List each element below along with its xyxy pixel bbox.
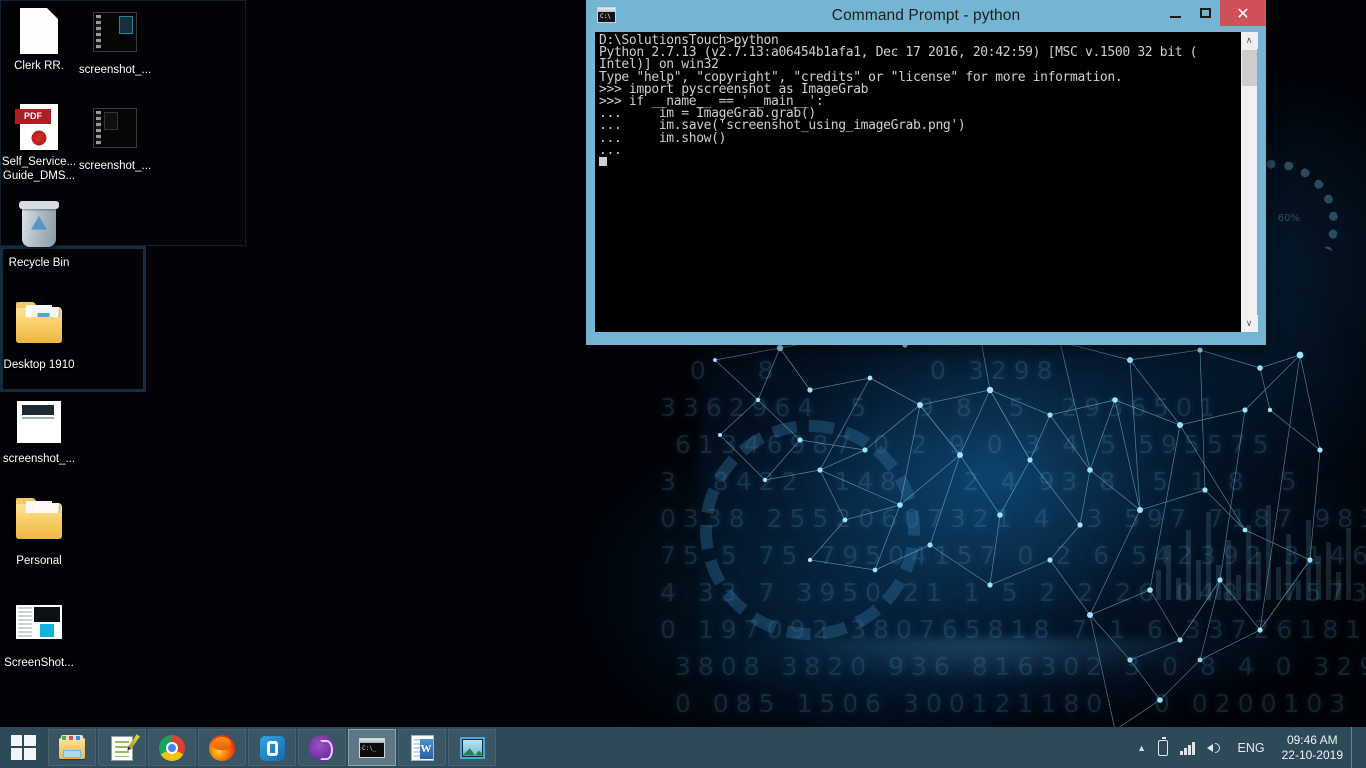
desktop-icon-self-service-guide[interactable]: PDF Self_Service... Guide_DMS... [0, 104, 78, 183]
scroll-up-arrow-icon[interactable]: ∧ [1240, 32, 1258, 49]
screenshot-dark-thumbnail-icon [91, 108, 139, 156]
wallpaper-gauge-label: 60% [1277, 213, 1300, 224]
show-desktop-button[interactable] [1351, 727, 1360, 768]
clock-date: 22-10-2019 [1281, 747, 1343, 762]
screenshot-dark-thumbnail-icon [91, 12, 139, 60]
console-output-text[interactable]: D:\SolutionsTouch>python Python 2.7.13 (… [595, 32, 1240, 332]
taskbar-item-file-explorer[interactable] [48, 729, 96, 766]
maximize-button[interactable] [1190, 0, 1220, 26]
signal-bars-icon[interactable] [1174, 741, 1201, 755]
language-indicator[interactable]: ENG [1229, 741, 1274, 755]
outlook-icon [258, 734, 286, 762]
taskbar: C:\_ W ▲ ENG 09:46 AM 22-10-2019 [0, 727, 1366, 768]
desktop-icon-clerk-rr[interactable]: Clerk RR. [0, 8, 78, 73]
console-text-content: D:\SolutionsTouch>python Python 2.7.13 (… [599, 33, 1198, 158]
folder-icon [15, 302, 63, 355]
console-cursor [599, 157, 607, 167]
recycle-bin-icon [15, 201, 63, 253]
desktop-icon-label-line1: Self_Service... [1, 156, 77, 168]
wallpaper-floor-glow [640, 638, 1340, 708]
desktop-icon-label: screenshot_... [78, 160, 152, 172]
chrome-icon [158, 734, 186, 762]
taskbar-item-firefox[interactable] [198, 729, 246, 766]
desktop-icon-label: ScreenShot... [4, 657, 74, 669]
desktop-icon-label: Desktop 1910 [3, 359, 75, 371]
photo-viewer-icon [458, 734, 486, 762]
show-hidden-icons-button[interactable]: ▲ [1131, 743, 1152, 753]
word-icon: W [408, 734, 436, 762]
close-button[interactable]: ✕ [1220, 0, 1266, 26]
desktop-icon-label: Clerk RR. [14, 60, 64, 72]
taskbar-item-outlook[interactable] [248, 729, 296, 766]
firefox-icon [208, 734, 236, 762]
minimize-button[interactable] [1160, 0, 1190, 26]
desktop-icon-personal[interactable]: Personal [0, 496, 78, 568]
desktop-icon-screenshot-2[interactable]: screenshot_... [76, 104, 154, 173]
scroll-down-arrow-icon[interactable]: ∨ [1240, 315, 1258, 332]
folder-icon [15, 498, 63, 551]
scrollbar-thumb[interactable] [1241, 50, 1257, 86]
command-prompt-icon: C:\_ [358, 734, 386, 762]
system-tray: ▲ ENG 09:46 AM 22-10-2019 [1131, 727, 1366, 768]
screenshot-app-thumbnail-icon [15, 605, 63, 653]
desktop-icon-label: Recycle Bin [8, 257, 70, 269]
volume-icon[interactable] [1201, 741, 1229, 755]
taskbar-item-photos[interactable] [448, 729, 496, 766]
window-title-bar[interactable]: Command Prompt - python ✕ [586, 0, 1266, 32]
tor-icon [308, 734, 336, 762]
window-control-buttons: ✕ [1160, 0, 1266, 26]
desktop-icon-label: screenshot_... [2, 453, 76, 465]
desktop-icon-label: Personal [16, 555, 62, 567]
notepad-plus-plus-icon [108, 733, 140, 762]
taskbar-item-chrome[interactable] [148, 729, 196, 766]
start-button[interactable] [0, 727, 47, 768]
windows-logo-icon [11, 735, 36, 760]
desktop-icon-label: screenshot_... [78, 64, 152, 76]
taskbar-item-command-prompt[interactable]: C:\_ [348, 729, 396, 766]
battery-icon[interactable] [1152, 736, 1174, 756]
taskbar-item-word[interactable]: W [398, 729, 446, 766]
clock[interactable]: 09:46 AM 22-10-2019 [1274, 733, 1351, 763]
desktop-icon-desktop-1910[interactable]: Desktop 1910 [0, 300, 78, 372]
file-page-icon [15, 8, 63, 56]
desktop-icon-screenshot-3[interactable]: screenshot_... [0, 398, 78, 466]
console-scrollbar[interactable]: ∧ ∨ [1240, 32, 1258, 332]
pdf-file-icon: PDF [15, 104, 63, 152]
console-body[interactable]: D:\SolutionsTouch>python Python 2.7.13 (… [595, 32, 1258, 332]
desktop-icon-screenshot-app[interactable]: ScreenShot... [0, 598, 78, 670]
desktop-icon-screenshot-1[interactable]: screenshot_... [76, 8, 154, 77]
command-prompt-window[interactable]: Command Prompt - python ✕ D:\SolutionsTo… [586, 0, 1266, 345]
console-icon [597, 7, 616, 23]
taskbar-item-notepad-plus-plus[interactable] [98, 729, 146, 766]
clock-time: 09:46 AM [1286, 732, 1338, 747]
taskbar-item-tor-browser[interactable] [298, 729, 346, 766]
desktop-icon-label-line2: Guide_DMS... [2, 170, 76, 182]
file-explorer-icon [58, 734, 86, 762]
screenshot-light-thumbnail-icon [15, 401, 63, 449]
desktop-icon-recycle-bin[interactable]: Recycle Bin [0, 201, 78, 270]
